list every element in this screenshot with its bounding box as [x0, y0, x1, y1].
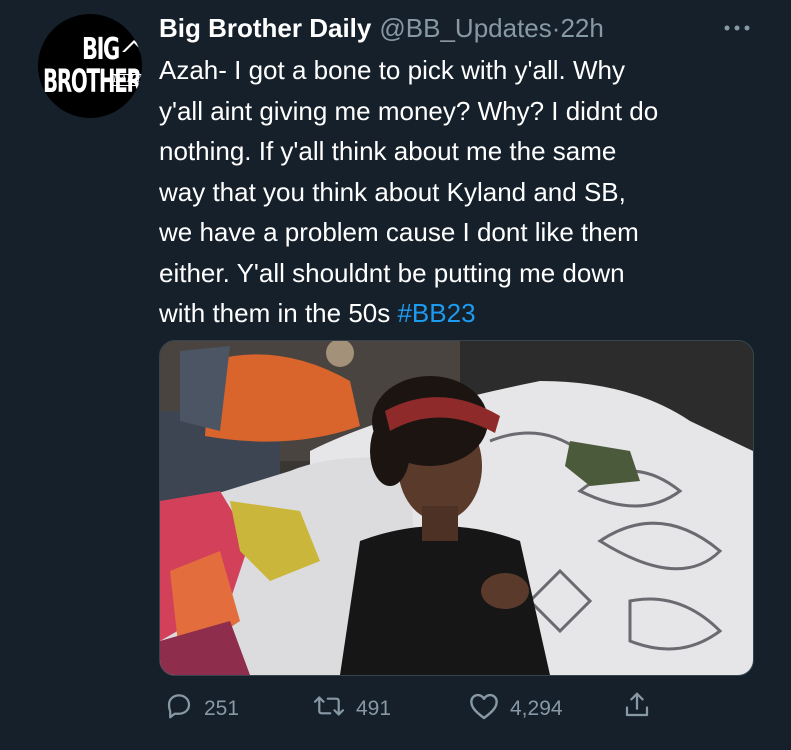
avatar[interactable]: BIG BROTHER DAILY [38, 14, 142, 118]
tweet-line: with them in the 50s #BB23 [159, 293, 779, 334]
share-icon [622, 689, 662, 727]
separator-dot: · [551, 12, 561, 43]
tweet-actions: 251 491 4,294 [0, 683, 791, 733]
tweet-media-image[interactable] [159, 340, 754, 676]
tweet-line-text: with them in the 50s [159, 298, 398, 328]
tweet-line: Azah- I got a bone to pick with y'all. W… [159, 55, 625, 85]
tweet-text: Azah- I got a bone to pick with y'all. W… [159, 50, 779, 334]
retweet-button[interactable]: 491 [312, 691, 391, 727]
display-name[interactable]: Big Brother Daily [159, 13, 371, 44]
tweet-line: nothing. If y'all think about me the sam… [159, 136, 617, 166]
more-icon[interactable] [722, 14, 752, 45]
share-button[interactable] [622, 689, 662, 727]
avatar-logo-daily: DAILY [110, 74, 142, 86]
tweet-line: y'all aint giving me money? Why? I didnt… [159, 95, 659, 126]
like-count: 4,294 [510, 697, 563, 720]
user-handle[interactable]: @BB_Updates [379, 13, 551, 44]
hashtag-link[interactable]: #BB23 [397, 298, 475, 328]
timestamp[interactable]: 22h [560, 13, 603, 44]
reply-icon [164, 691, 204, 727]
tweet-line: way that you think about Kyland and SB, [159, 176, 626, 207]
tweet-line: either. Y'all shouldnt be putting me dow… [159, 257, 625, 288]
heart-icon [468, 691, 510, 727]
retweet-icon [312, 691, 356, 727]
reply-button[interactable]: 251 [164, 691, 239, 727]
reply-count: 251 [204, 697, 240, 720]
tweet-line: we have a problem cause I dont like them [159, 217, 639, 247]
retweet-count: 491 [356, 697, 392, 720]
like-button[interactable]: 4,294 [468, 691, 563, 727]
tweet-header: Big Brother Daily @BB_Updates · 22h [159, 10, 604, 46]
